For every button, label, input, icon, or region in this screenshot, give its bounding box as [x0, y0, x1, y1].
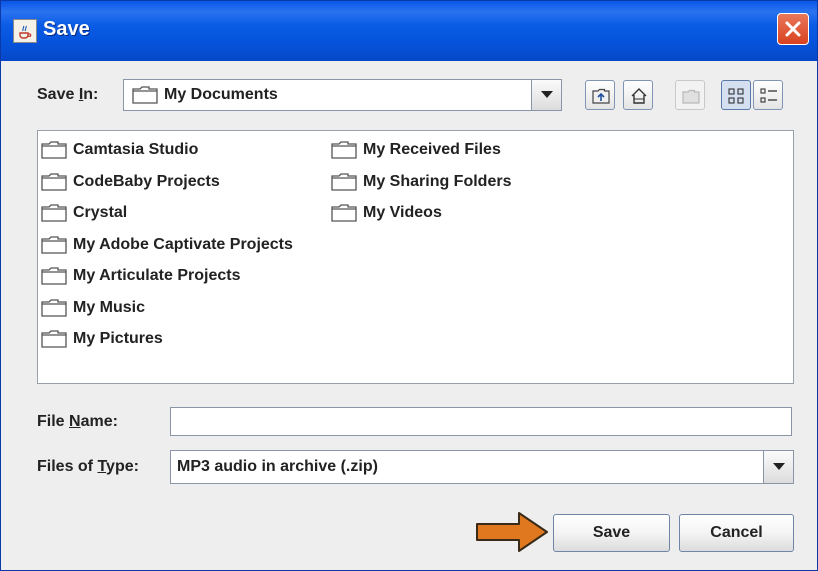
java-cup-icon	[13, 19, 37, 43]
folder-icon	[41, 141, 67, 159]
folder-item-label: My Adobe Captivate Projects	[73, 235, 293, 253]
folder-item-label: My Videos	[363, 204, 442, 221]
folder-item-label: Camtasia Studio	[73, 141, 199, 158]
folder-icon	[41, 172, 67, 191]
up-one-level-button[interactable]	[585, 80, 615, 110]
chevron-down-icon	[541, 91, 553, 98]
annotation-arrow-icon	[476, 512, 548, 552]
folder-item-label: My Received Files	[363, 141, 501, 158]
folder-item[interactable]: My Sharing Folders	[331, 170, 511, 194]
folder-item[interactable]: Crystal	[41, 201, 127, 225]
files-of-type-value: MP3 audio in archive (.zip)	[177, 458, 378, 475]
window-title: Save	[43, 18, 90, 40]
chevron-down-icon	[773, 463, 785, 470]
folder-item-label: My Pictures	[73, 330, 163, 347]
folder-item[interactable]: My Received Files	[331, 138, 501, 162]
home-icon	[631, 88, 647, 104]
folder-item-label: My Sharing Folders	[363, 172, 512, 190]
save-button[interactable]: Save	[553, 514, 670, 552]
folder-item-label: My Music	[73, 298, 146, 316]
folder-item[interactable]: CodeBaby Projects	[41, 170, 220, 194]
new-folder-button[interactable]	[675, 80, 705, 110]
folder-item-label: Crystal	[73, 204, 128, 221]
folder-icon	[132, 86, 158, 104]
list-view-button[interactable]	[721, 80, 751, 110]
new-folder-icon	[682, 89, 700, 104]
save-in-combo[interactable]: My Documents	[123, 79, 562, 111]
folder-item-label: My Articulate Projects	[73, 267, 241, 284]
folder-item[interactable]: My Adobe Captivate Projects	[41, 233, 293, 257]
close-icon	[785, 21, 801, 37]
files-of-type-combo[interactable]: MP3 audio in archive (.zip)	[170, 450, 794, 484]
file-name-label: File Name:	[37, 413, 118, 430]
folder-item[interactable]: My Music	[41, 296, 145, 320]
save-in-value: My Documents	[164, 86, 278, 103]
list-view-icon	[728, 88, 744, 104]
folder-item-label: CodeBaby Projects	[73, 172, 220, 190]
title-bar[interactable]: Save	[1, 1, 817, 61]
close-button[interactable]	[777, 13, 809, 45]
details-view-button[interactable]	[753, 80, 783, 110]
home-button[interactable]	[623, 80, 653, 110]
files-of-type-dropdown-button[interactable]	[763, 451, 793, 483]
file-list[interactable]: Camtasia Studio CodeBaby Projects Crystal M…	[37, 130, 794, 384]
folder-item[interactable]: My Pictures	[41, 327, 163, 351]
details-view-icon	[760, 88, 777, 103]
folder-icon	[41, 204, 67, 222]
save-dialog: Save Save In: My Documents Camtasia Stud…	[0, 0, 818, 571]
folder-icon	[41, 267, 67, 285]
folder-icon	[41, 330, 67, 348]
files-of-type-label: Files of Type:	[37, 458, 139, 475]
folder-item[interactable]: My Videos	[331, 201, 442, 225]
save-in-label: Save In:	[37, 86, 99, 103]
save-in-dropdown-button[interactable]	[531, 80, 561, 110]
folder-icon	[331, 204, 357, 222]
up-one-level-icon	[592, 88, 610, 104]
folder-icon	[41, 298, 67, 317]
folder-icon	[331, 141, 357, 159]
folder-item[interactable]: Camtasia Studio	[41, 138, 198, 162]
folder-icon	[41, 235, 67, 254]
folder-icon	[331, 172, 357, 191]
file-name-input[interactable]	[170, 407, 792, 436]
cancel-button[interactable]: Cancel	[679, 514, 794, 552]
folder-item[interactable]: My Articulate Projects	[41, 264, 240, 288]
